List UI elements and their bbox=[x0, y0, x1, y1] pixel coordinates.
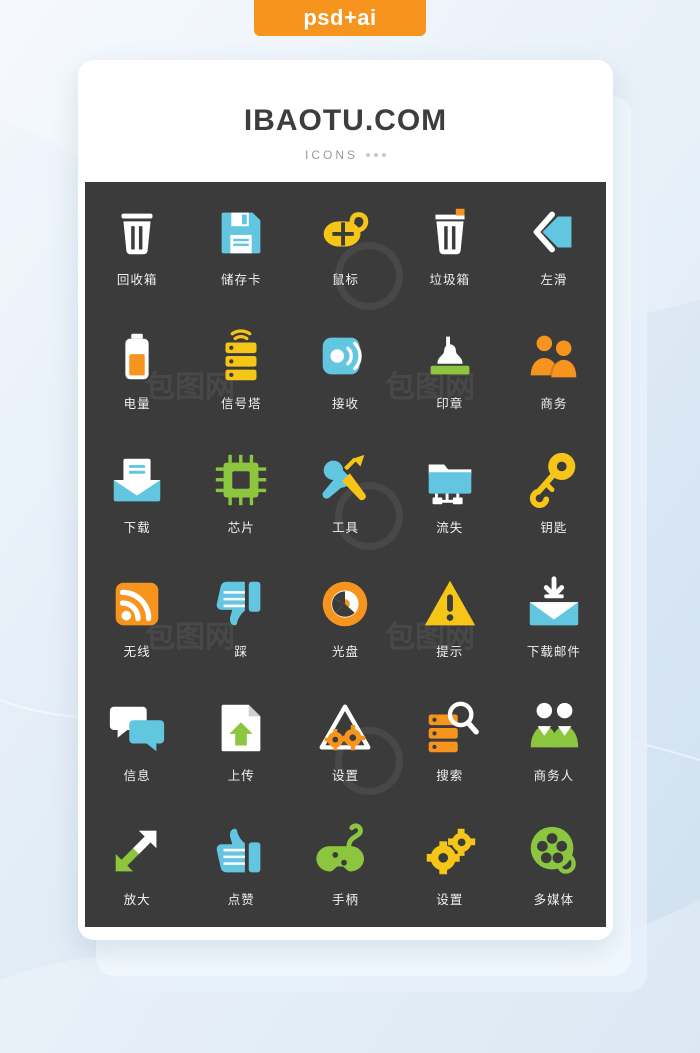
icon-cell[interactable]: 流失 bbox=[398, 430, 502, 554]
icon-label: 提示 bbox=[436, 644, 464, 660]
search-server-icon bbox=[428, 701, 479, 753]
battery-icon bbox=[125, 333, 149, 379]
icon-cell[interactable]: 左滑 bbox=[502, 182, 606, 306]
businessman-icon bbox=[530, 703, 579, 748]
business-people-icon bbox=[530, 335, 577, 378]
icon-cell[interactable]: 信息 bbox=[85, 679, 189, 803]
icon-cell[interactable]: 下载 bbox=[85, 430, 189, 554]
icon-label: 无线 bbox=[123, 644, 151, 660]
brand-subtitle-row: ICONS bbox=[78, 148, 613, 162]
brand-title: IBAOTU.COM bbox=[243, 104, 448, 137]
brand-subtitle: ICONS bbox=[304, 148, 358, 162]
icon-grid-panel: 包图网 包图网 包图网 包图网 回收箱 储存卡 鼠标 垃圾箱 左滑 电量 信号塔… bbox=[85, 182, 606, 927]
icon-label: 储存卡 bbox=[221, 271, 262, 287]
icon-label: 下载 bbox=[123, 519, 151, 535]
icon-cell[interactable]: 设置 bbox=[398, 803, 502, 927]
icon-cell[interactable]: 多媒体 bbox=[502, 803, 606, 927]
icon-cell[interactable]: 放大 bbox=[85, 803, 189, 927]
icon-cell[interactable]: 垃圾箱 bbox=[398, 182, 502, 306]
download-envelope-icon bbox=[529, 576, 579, 626]
upload-file-icon bbox=[221, 704, 261, 752]
network-folder-icon bbox=[428, 464, 471, 505]
icon-preview-card: IBAOTU.COM ICONS 包图网 包图网 包图网 包图网 回收箱 储存卡… bbox=[78, 60, 613, 940]
chip-icon bbox=[216, 454, 267, 506]
messages-icon bbox=[109, 706, 165, 752]
icon-grid: 回收箱 储存卡 鼠标 垃圾箱 左滑 电量 信号塔 接收 印章 商务 下载 芯片 … bbox=[85, 182, 606, 927]
gamepad-icon bbox=[316, 823, 365, 872]
icon-label: 点赞 bbox=[227, 892, 255, 908]
swipe-left-icon bbox=[533, 211, 572, 252]
icon-cell[interactable]: 设置 bbox=[293, 679, 397, 803]
icon-label: 钥匙 bbox=[540, 519, 568, 535]
icon-label: 光盘 bbox=[331, 644, 359, 660]
key-icon bbox=[529, 452, 576, 508]
icon-label: 设置 bbox=[436, 892, 464, 908]
icon-label: 商务人 bbox=[533, 768, 575, 784]
icon-cell[interactable]: 无线 bbox=[85, 554, 189, 678]
icon-cell[interactable]: 提示 bbox=[398, 554, 502, 678]
enlarge-arrows-icon bbox=[115, 831, 157, 872]
memory-card-icon bbox=[221, 212, 261, 253]
signal-tower-icon bbox=[225, 329, 257, 380]
icon-cell[interactable]: 搜索 bbox=[398, 679, 502, 803]
icon-label: 工具 bbox=[331, 519, 359, 535]
icon-label: 商务 bbox=[540, 395, 568, 411]
icon-cell[interactable]: 印章 bbox=[398, 306, 502, 430]
icon-label: 多媒体 bbox=[533, 892, 575, 908]
thumbs-down-icon bbox=[216, 581, 261, 626]
icon-cell[interactable]: 上传 bbox=[189, 679, 293, 803]
receive-signal-icon bbox=[323, 337, 363, 375]
icon-label: 信号塔 bbox=[221, 395, 262, 411]
icon-cell[interactable]: 芯片 bbox=[189, 430, 293, 554]
icon-label: 回收箱 bbox=[116, 271, 158, 287]
icon-label: 电量 bbox=[123, 395, 151, 411]
stamp-icon bbox=[430, 336, 470, 375]
icon-label: 左滑 bbox=[540, 271, 568, 287]
icon-label: 信息 bbox=[123, 768, 151, 784]
icon-cell[interactable]: 储存卡 bbox=[189, 182, 293, 306]
icon-label: 下载邮件 bbox=[526, 644, 581, 660]
icon-cell[interactable]: 鼠标 bbox=[293, 182, 397, 306]
trash-can-icon bbox=[435, 208, 465, 254]
film-reel-icon bbox=[530, 827, 576, 875]
icon-cell[interactable]: 回收箱 bbox=[85, 182, 189, 306]
icon-label: 芯片 bbox=[227, 519, 255, 535]
icon-cell[interactable]: 信号塔 bbox=[189, 306, 293, 430]
icon-cell[interactable]: 接收 bbox=[293, 306, 397, 430]
icon-label: 垃圾箱 bbox=[429, 271, 470, 287]
icon-cell[interactable]: 钥匙 bbox=[502, 430, 606, 554]
gears-icon bbox=[426, 829, 475, 875]
icon-cell[interactable]: 光盘 bbox=[293, 554, 397, 678]
icon-label: 手柄 bbox=[331, 892, 359, 908]
icon-label: 放大 bbox=[123, 892, 151, 908]
disc-icon bbox=[323, 581, 368, 627]
icon-cell[interactable]: 手柄 bbox=[293, 803, 397, 927]
icon-label: 鼠标 bbox=[331, 271, 359, 287]
tools-icon bbox=[322, 454, 367, 501]
icon-cell[interactable]: 下载邮件 bbox=[502, 554, 606, 678]
icon-label: 踩 bbox=[234, 644, 249, 660]
warning-icon bbox=[424, 580, 475, 626]
icon-cell[interactable]: 商务人 bbox=[502, 679, 606, 803]
icon-cell[interactable]: 工具 bbox=[293, 430, 397, 554]
icon-cell[interactable]: 点赞 bbox=[189, 803, 293, 927]
icon-cell[interactable]: 电量 bbox=[85, 306, 189, 430]
thumbs-up-icon bbox=[216, 829, 261, 873]
icon-label: 设置 bbox=[331, 768, 359, 784]
icon-label: 搜索 bbox=[436, 768, 464, 784]
icon-label: 流失 bbox=[436, 519, 464, 535]
icon-cell[interactable]: 踩 bbox=[189, 554, 293, 678]
icon-cell[interactable]: 商务 bbox=[502, 306, 606, 430]
icon-label: 印章 bbox=[436, 395, 464, 411]
wireless-rss-icon bbox=[115, 582, 159, 626]
settings-gears-icon bbox=[320, 704, 371, 751]
icon-label: 上传 bbox=[227, 768, 255, 784]
recycle-bin-icon bbox=[121, 213, 153, 254]
dots-icon bbox=[366, 153, 386, 157]
mouse-icon bbox=[324, 211, 369, 247]
download-mail-icon bbox=[113, 458, 161, 502]
format-badge-label: psd+ai bbox=[303, 5, 377, 30]
format-badge: psd+ai bbox=[254, 0, 426, 36]
icon-label: 接收 bbox=[331, 395, 359, 411]
